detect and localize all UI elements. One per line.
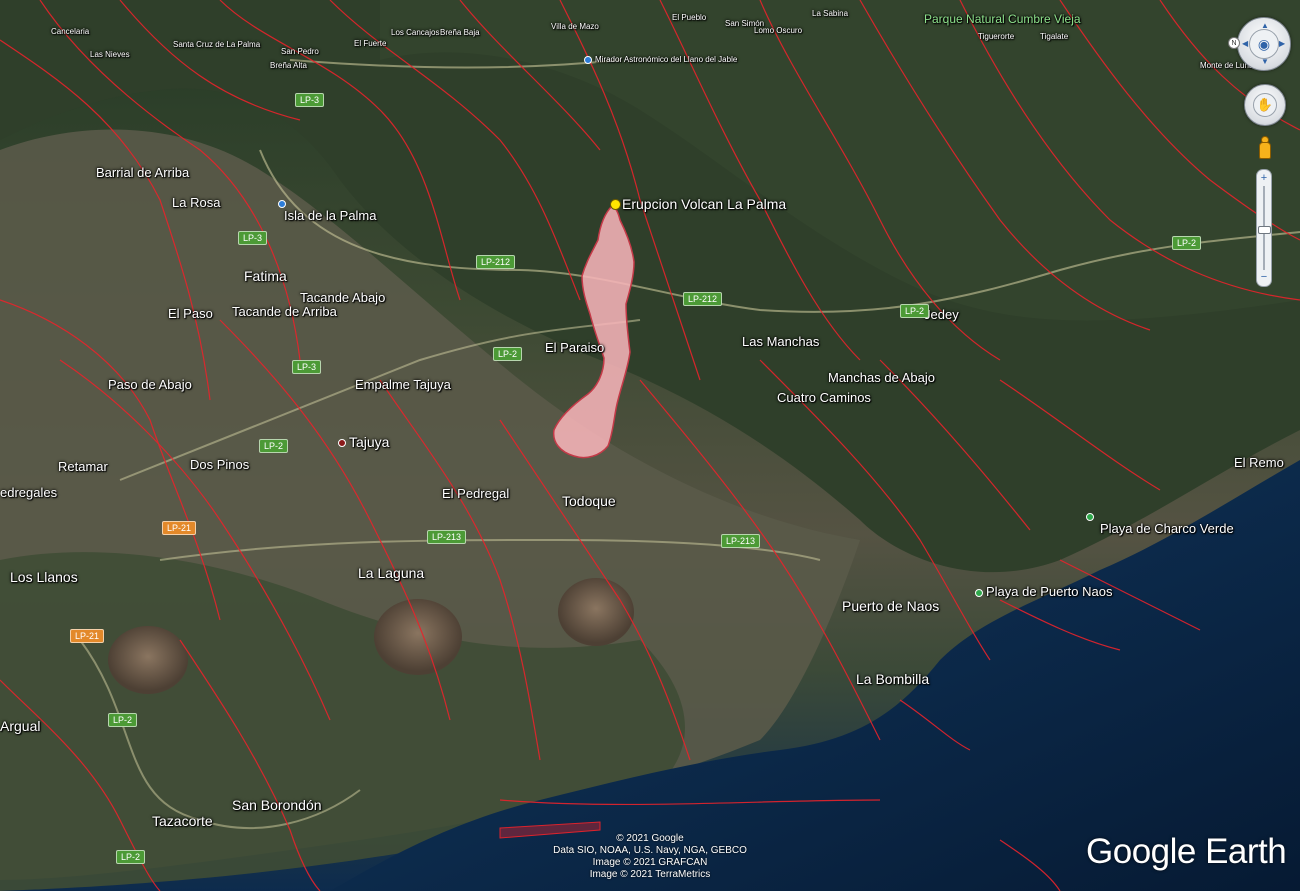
town-icon (338, 439, 346, 448)
street-view-pegman[interactable] (1258, 136, 1271, 159)
place-label[interactable]: Mirador Astronómico del Llano del Jable (584, 56, 737, 64)
place-label[interactable]: Manchas de Abajo (828, 371, 935, 384)
copyright-notice: © 2021 Google Data SIO, NOAA, U.S. Navy,… (553, 833, 747, 880)
place-label[interactable]: Tacande Abajo (300, 291, 385, 304)
place-label[interactable]: San Borondón (232, 798, 322, 812)
road-shield: LP-213 (427, 530, 467, 544)
zoom-out-button[interactable]: − (1257, 270, 1271, 284)
road-shield: LP-2 (1172, 236, 1202, 250)
place-label[interactable]: Tazacorte (152, 814, 213, 828)
road-shield: LP-2 (900, 304, 930, 318)
place-label[interactable]: Lomo Oscuro (754, 27, 802, 35)
place-label[interactable]: Tajuya (338, 435, 389, 449)
place-label[interactable]: Breña Baja (440, 29, 480, 37)
place-label[interactable]: Tiguerorte (978, 33, 1014, 41)
eruption-marker[interactable] (610, 199, 621, 210)
park-label[interactable]: Parque Natural Cumbre Vieja (924, 13, 1081, 25)
place-label[interactable]: Todoque (562, 494, 616, 508)
place-label[interactable]: Los Cancajos (391, 29, 439, 37)
road-shield: LP-2 (108, 713, 138, 727)
road-shield: LP-213 (721, 534, 761, 548)
place-label[interactable]: Argual (0, 719, 40, 733)
place-label[interactable]: El Paso (168, 307, 213, 320)
place-label[interactable]: San Pedro (281, 48, 319, 56)
arrow-right-icon: ▶ (1279, 39, 1286, 48)
place-label[interactable]: Villa de Mazo (551, 23, 599, 31)
arrow-down-icon: ▼ (1261, 57, 1269, 66)
place-label[interactable]: La Rosa (172, 196, 220, 209)
place-label[interactable]: Cuatro Caminos (777, 391, 871, 404)
place-label[interactable]: Tacande de Arriba (232, 305, 337, 318)
place-label[interactable]: Puerto de Naos (842, 599, 939, 613)
road-shield: LP-2 (116, 850, 146, 864)
place-label[interactable]: Playa de Charco Verde (1086, 509, 1234, 535)
road-shield: LP-212 (683, 292, 723, 306)
road-shield: LP-3 (238, 231, 268, 245)
place-label[interactable]: Fatima (244, 269, 287, 283)
road-shield: LP-3 (295, 93, 325, 107)
zoom-in-button[interactable]: + (1257, 171, 1271, 185)
road-shield: LP-21 (70, 629, 105, 643)
eye-icon: ◉ (1249, 29, 1279, 59)
poi-icon (278, 199, 286, 208)
place-label[interactable]: La Bombilla (856, 672, 929, 686)
place-label[interactable]: La Sabina (812, 10, 848, 18)
place-label[interactable]: Los Llanos (10, 570, 78, 584)
eruption-label[interactable]: Erupcion Volcan La Palma (622, 197, 786, 211)
road-shield: LP-2 (493, 347, 523, 361)
place-label[interactable]: Isla de la Palma (278, 196, 377, 222)
road-shield: LP-212 (476, 255, 516, 269)
place-label[interactable]: La Laguna (358, 566, 424, 580)
move-control[interactable]: ◉ ▲ ▼ ◀ ▶ (1237, 17, 1291, 71)
look-control[interactable]: ✋ (1244, 84, 1286, 126)
place-label[interactable]: Empalme Tajuya (355, 378, 451, 391)
map-viewport[interactable]: Erupcion Volcan La Palma Cancelaria Las … (0, 0, 1300, 891)
place-label[interactable]: Tigalate (1040, 33, 1068, 41)
place-label[interactable]: Santa Cruz de La Palma (173, 41, 260, 49)
place-label[interactable]: Las Nieves (90, 51, 130, 59)
place-label[interactable]: El Remo (1234, 456, 1284, 469)
beach-icon (975, 588, 983, 597)
zoom-slider[interactable]: + − (1256, 169, 1272, 287)
poi-icon (584, 56, 592, 64)
place-label[interactable]: edregales (0, 486, 57, 499)
place-label[interactable]: Cancelaria (51, 28, 89, 36)
zoom-thumb[interactable] (1258, 226, 1271, 234)
north-button[interactable]: N (1228, 37, 1240, 49)
road-shield: LP-2 (259, 439, 289, 453)
arrow-left-icon: ◀ (1242, 39, 1249, 48)
place-label[interactable]: Jedey (924, 308, 959, 321)
place-label[interactable]: El Fuerte (354, 40, 386, 48)
place-label[interactable]: Las Manchas (742, 335, 819, 348)
place-label[interactable]: El Pedregal (442, 487, 509, 500)
place-label[interactable]: El Pueblo (672, 14, 706, 22)
place-label[interactable]: Paso de Abajo (108, 378, 192, 391)
road-shield: LP-3 (292, 360, 322, 374)
hand-icon: ✋ (1253, 93, 1277, 117)
place-label[interactable]: Barrial de Arriba (96, 166, 189, 179)
place-label[interactable]: Retamar (58, 460, 108, 473)
satellite-terrain (0, 0, 1300, 891)
google-earth-logo: Google Earth (1086, 832, 1287, 871)
place-label[interactable]: Playa de Puerto Naos (975, 585, 1112, 598)
place-label[interactable]: Breña Alta (270, 62, 307, 70)
road-shield: LP-21 (162, 521, 197, 535)
beach-icon (1086, 512, 1094, 521)
place-label[interactable]: El Paraiso (545, 341, 604, 354)
place-label[interactable]: Dos Pinos (190, 458, 249, 471)
arrow-up-icon: ▲ (1261, 21, 1269, 30)
